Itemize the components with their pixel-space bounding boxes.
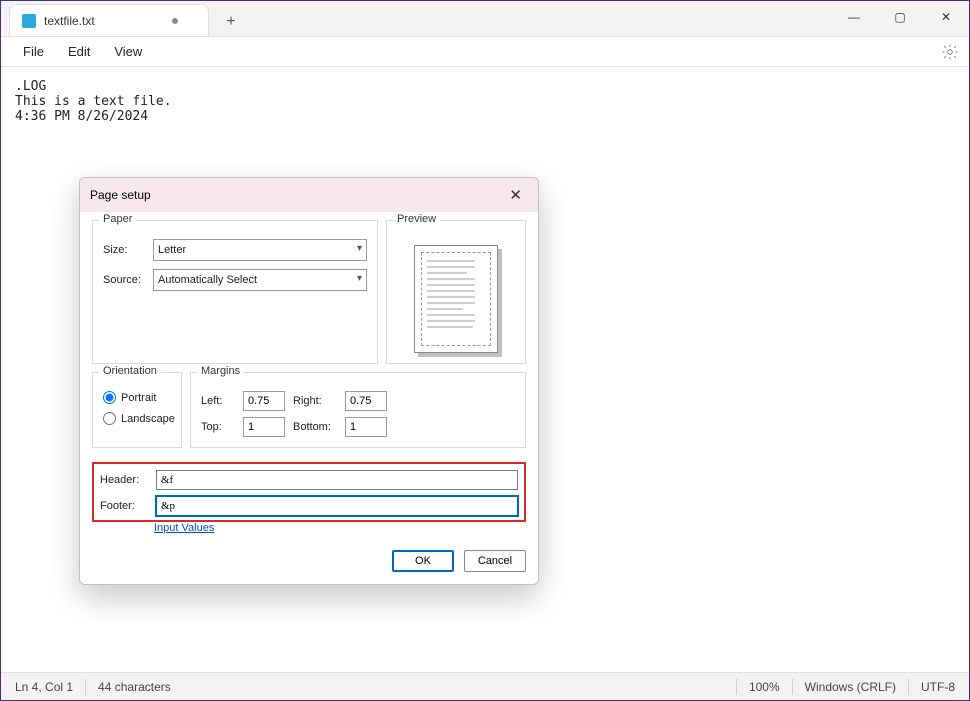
paper-size-value: Letter bbox=[158, 244, 186, 256]
status-line-ending: Windows (CRLF) bbox=[805, 680, 896, 694]
chevron-down-icon: ▾ bbox=[357, 273, 362, 284]
margin-right-input[interactable] bbox=[345, 391, 387, 411]
separator bbox=[85, 679, 86, 695]
menubar: File Edit View bbox=[1, 37, 969, 67]
margin-left-label: Left: bbox=[201, 395, 235, 407]
cancel-button[interactable]: Cancel bbox=[464, 550, 526, 572]
window-controls: — ▢ ✕ bbox=[831, 1, 969, 33]
status-char-count: 44 characters bbox=[98, 680, 171, 694]
footer-input[interactable] bbox=[156, 496, 518, 516]
separator bbox=[792, 679, 793, 695]
page-setup-dialog: Page setup ✕ Paper Size: Letter ▾ Source… bbox=[79, 177, 539, 585]
input-values-link[interactable]: Input Values bbox=[154, 522, 526, 534]
minimize-button[interactable]: — bbox=[831, 1, 877, 33]
dialog-close-button[interactable]: ✕ bbox=[503, 184, 528, 206]
portrait-label: Portrait bbox=[121, 392, 156, 404]
separator bbox=[908, 679, 909, 695]
portrait-radio-input[interactable] bbox=[103, 391, 116, 404]
orientation-group: Orientation Portrait Landscape bbox=[92, 372, 182, 448]
preview-legend: Preview bbox=[393, 213, 440, 225]
paper-group: Paper Size: Letter ▾ Source: Automatical… bbox=[92, 220, 378, 364]
header-label: Header: bbox=[100, 474, 156, 486]
chevron-down-icon: ▾ bbox=[357, 243, 362, 254]
new-tab-button[interactable]: + bbox=[217, 8, 245, 36]
margins-legend: Margins bbox=[197, 365, 244, 377]
margin-left-input[interactable] bbox=[243, 391, 285, 411]
margin-top-input[interactable] bbox=[243, 417, 285, 437]
dialog-button-row: OK Cancel bbox=[80, 546, 538, 584]
settings-gear-icon[interactable] bbox=[941, 43, 959, 61]
menu-view[interactable]: View bbox=[102, 39, 154, 64]
paper-source-select[interactable]: Automatically Select ▾ bbox=[153, 269, 367, 291]
menu-file[interactable]: File bbox=[11, 39, 56, 64]
size-label: Size: bbox=[103, 244, 153, 256]
preview-page bbox=[414, 245, 498, 353]
margin-right-label: Right: bbox=[293, 395, 337, 407]
modified-dot-icon bbox=[172, 18, 178, 24]
document-tab[interactable]: textfile.txt bbox=[9, 4, 209, 36]
status-encoding: UTF-8 bbox=[921, 680, 955, 694]
header-input[interactable] bbox=[156, 470, 518, 490]
status-position: Ln 4, Col 1 bbox=[15, 680, 73, 694]
margins-group: Margins Left: Right: Top: Bottom: bbox=[190, 372, 526, 448]
separator bbox=[736, 679, 737, 695]
source-label: Source: bbox=[103, 274, 153, 286]
orientation-landscape-radio[interactable]: Landscape bbox=[103, 412, 171, 425]
app-window: textfile.txt + — ▢ ✕ File Edit View .LOG… bbox=[0, 0, 970, 701]
dialog-titlebar: Page setup ✕ bbox=[80, 178, 538, 212]
paper-source-value: Automatically Select bbox=[158, 274, 257, 286]
maximize-button[interactable]: ▢ bbox=[877, 1, 923, 33]
margin-top-label: Top: bbox=[201, 421, 235, 433]
preview-group: Preview bbox=[386, 220, 526, 364]
margin-bottom-label: Bottom: bbox=[293, 421, 337, 433]
orientation-portrait-radio[interactable]: Portrait bbox=[103, 391, 171, 404]
ok-button[interactable]: OK bbox=[392, 550, 454, 572]
paper-size-select[interactable]: Letter ▾ bbox=[153, 239, 367, 261]
landscape-label: Landscape bbox=[121, 413, 175, 425]
statusbar: Ln 4, Col 1 44 characters 100% Windows (… bbox=[1, 672, 969, 700]
header-footer-highlight: Header: Footer: bbox=[92, 462, 526, 522]
landscape-radio-input[interactable] bbox=[103, 412, 116, 425]
dialog-body: Paper Size: Letter ▾ Source: Automatical… bbox=[80, 212, 538, 546]
titlebar: textfile.txt + — ▢ ✕ bbox=[1, 1, 969, 37]
orientation-legend: Orientation bbox=[99, 365, 161, 377]
notepad-icon bbox=[22, 14, 36, 28]
footer-label: Footer: bbox=[100, 500, 156, 512]
margin-bottom-input[interactable] bbox=[345, 417, 387, 437]
status-zoom: 100% bbox=[749, 680, 780, 694]
tab-title: textfile.txt bbox=[44, 14, 95, 28]
dialog-title: Page setup bbox=[90, 188, 151, 202]
paper-legend: Paper bbox=[99, 213, 136, 225]
close-window-button[interactable]: ✕ bbox=[923, 1, 969, 33]
menu-edit[interactable]: Edit bbox=[56, 39, 102, 64]
